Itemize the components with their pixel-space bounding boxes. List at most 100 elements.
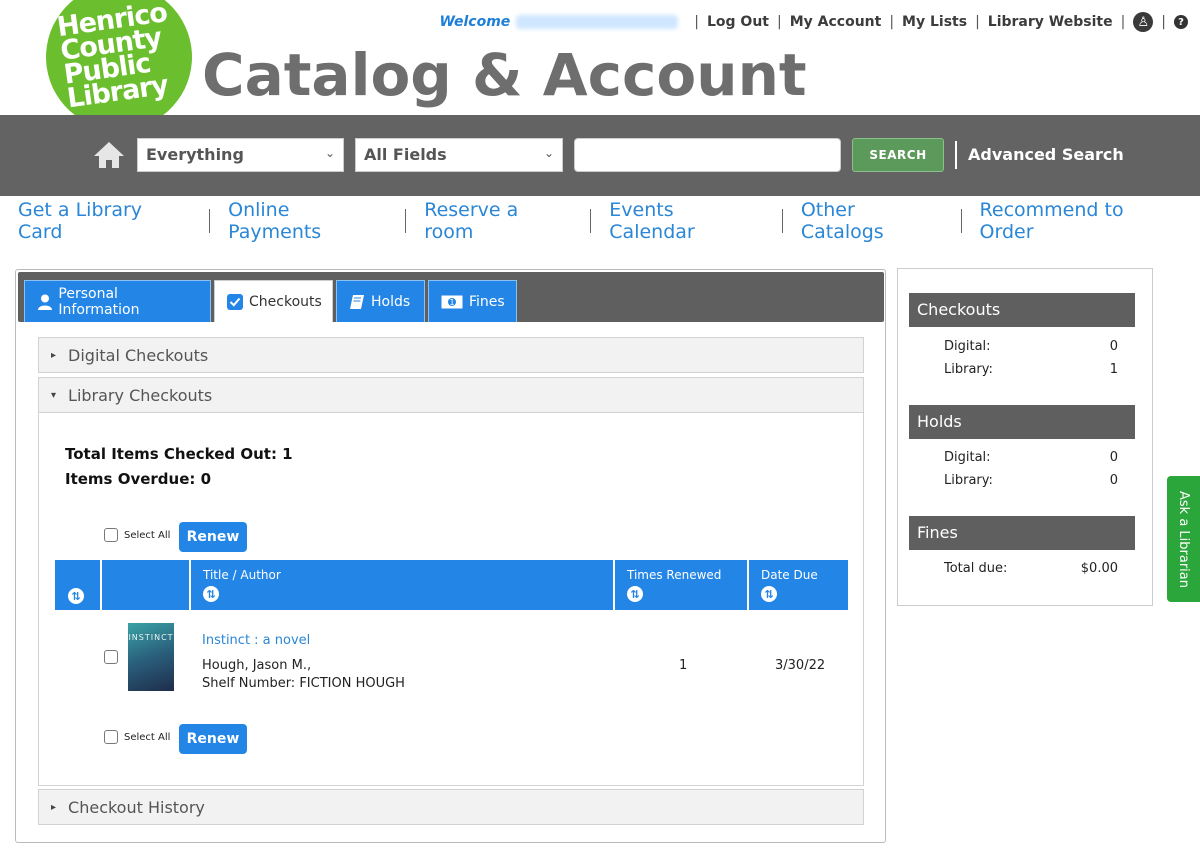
fines-total-row: Total due: $0.00: [944, 561, 1118, 576]
select-all-top[interactable]: Select All: [104, 528, 170, 542]
fines-summary-heading: Fines: [909, 516, 1135, 550]
column-title-author[interactable]: Title / Author ⇅: [191, 560, 615, 610]
my-lists-link[interactable]: My Lists: [902, 14, 967, 30]
search-button[interactable]: SEARCH: [852, 138, 944, 172]
renew-button[interactable]: Renew: [179, 522, 247, 552]
welcome-label: Welcome: [439, 14, 511, 30]
logout-link[interactable]: Log Out: [707, 14, 769, 30]
checkouts-digital-row: Digital: 0: [944, 339, 1118, 354]
select-all-checkbox[interactable]: [104, 528, 118, 542]
item-author: Hough, Jason M.,: [202, 658, 312, 673]
home-icon[interactable]: [92, 140, 126, 170]
chevron-down-icon: ⌄: [543, 146, 554, 160]
summary-label: Total due:: [944, 561, 1008, 576]
sort-icon[interactable]: ⇅: [761, 586, 777, 602]
checkouts-summary-heading: Checkouts: [909, 293, 1135, 327]
ask-a-librarian-tab[interactable]: Ask a Librarian: [1167, 476, 1200, 602]
scope-select-value: Everything: [146, 145, 244, 164]
tab-fines[interactable]: 1 Fines: [428, 280, 517, 322]
divider: |: [694, 14, 699, 30]
tab-bar: Personal Information Checkouts Holds 1 F…: [18, 272, 884, 322]
account-summary-sidebar: Checkouts Digital: 0 Library: 1 Holds Di…: [897, 268, 1153, 606]
library-checkouts-accordion[interactable]: ▾ Library Checkouts: [38, 377, 864, 413]
get-library-card-link[interactable]: Get a Library Card: [0, 199, 209, 243]
item-shelf-number: Shelf Number: FICTION HOUGH: [202, 676, 405, 691]
column-cover: [102, 560, 191, 610]
chevron-down-icon: ⌄: [324, 146, 335, 160]
tab-label: Holds: [371, 293, 411, 310]
tab-personal-information[interactable]: Personal Information: [24, 280, 211, 322]
item-times-renewed: 1: [679, 658, 688, 673]
summary-label: Library:: [944, 362, 993, 377]
events-calendar-link[interactable]: Events Calendar: [591, 199, 782, 243]
divider: |: [889, 14, 895, 30]
summary-value: 1: [1109, 362, 1118, 377]
book-icon: [349, 294, 365, 310]
sort-icon[interactable]: ⇅: [627, 586, 643, 602]
accessibility-icon[interactable]: ♙: [1133, 12, 1154, 32]
sort-icon[interactable]: ⇅: [203, 586, 219, 602]
tab-checkouts[interactable]: Checkouts: [214, 280, 333, 322]
digital-checkouts-accordion[interactable]: ▸ Digital Checkouts: [38, 337, 864, 373]
username-redacted: [516, 15, 679, 29]
row-checkbox[interactable]: [104, 650, 118, 664]
search-input[interactable]: [574, 138, 841, 172]
sort-icon[interactable]: ⇅: [68, 588, 84, 604]
select-all-bottom[interactable]: Select All: [104, 730, 170, 744]
summary-value: 0: [1109, 473, 1118, 488]
caret-right-icon: ▸: [51, 349, 57, 361]
column-date-due[interactable]: Date Due ⇅: [749, 560, 848, 610]
search-bar: Everything ⌄ All Fields ⌄ SEARCH Advance…: [0, 115, 1200, 196]
online-payments-link[interactable]: Online Payments: [210, 199, 405, 243]
reserve-room-link[interactable]: Reserve a room: [406, 199, 590, 243]
accordion-label: Library Checkouts: [68, 385, 213, 405]
money-icon: 1: [441, 294, 463, 310]
summary-value: 0: [1109, 339, 1118, 354]
column-select[interactable]: ⇅: [55, 560, 102, 610]
field-select[interactable]: All Fields ⌄: [355, 138, 563, 172]
other-catalogs-link[interactable]: Other Catalogs: [783, 199, 961, 243]
summary-value: 0: [1109, 450, 1118, 465]
column-header-label: Times Renewed: [627, 568, 722, 582]
divider: |: [975, 14, 980, 30]
quick-links: Get a Library Card Online Payments Reser…: [0, 199, 1200, 243]
select-all-checkbox[interactable]: [104, 730, 118, 744]
book-cover-image[interactable]: INSTINCT: [128, 623, 174, 691]
accordion-label: Digital Checkouts: [68, 345, 209, 365]
divider: [955, 141, 957, 169]
checkout-history-accordion[interactable]: ▸ Checkout History: [38, 789, 864, 825]
cover-title: INSTINCT: [128, 633, 174, 642]
library-website-link[interactable]: Library Website: [988, 14, 1113, 30]
recommend-to-order-link[interactable]: Recommend to Order: [962, 199, 1200, 243]
renew-button[interactable]: Renew: [179, 724, 247, 754]
holds-summary-heading: Holds: [909, 405, 1135, 439]
field-select-value: All Fields: [364, 145, 447, 164]
tab-holds[interactable]: Holds: [336, 280, 425, 322]
library-checkouts-content: Total Items Checked Out: 1 Items Overdue…: [38, 413, 864, 786]
column-header-label: Date Due: [761, 568, 818, 582]
holds-digital-row: Digital: 0: [944, 450, 1118, 465]
scope-select[interactable]: Everything ⌄: [137, 138, 344, 172]
my-account-link[interactable]: My Account: [790, 14, 882, 30]
summary-label: Digital:: [944, 450, 991, 465]
account-panel: Personal Information Checkouts Holds 1 F…: [15, 269, 886, 843]
checkouts-library-row: Library: 1: [944, 362, 1118, 377]
column-times-renewed[interactable]: Times Renewed ⇅: [615, 560, 749, 610]
summary-label: Digital:: [944, 339, 991, 354]
advanced-search-link[interactable]: Advanced Search: [968, 145, 1124, 164]
total-items-checked-out: Total Items Checked Out: 1: [65, 445, 293, 463]
tab-label: Fines: [469, 293, 505, 310]
divider: |: [1120, 14, 1126, 30]
item-title-link[interactable]: Instinct : a novel: [202, 633, 310, 648]
checkbox-icon: [227, 293, 243, 310]
column-header-label: Title / Author: [203, 568, 281, 582]
items-overdue: Items Overdue: 0: [65, 470, 212, 488]
help-icon[interactable]: ?: [1174, 15, 1188, 29]
caret-down-icon: ▾: [51, 389, 57, 401]
holds-library-row: Library: 0: [944, 473, 1118, 488]
accordion-label: Checkout History: [68, 797, 205, 817]
ask-a-librarian-label: Ask a Librarian: [1176, 490, 1192, 588]
tab-label: Personal Information: [58, 285, 140, 318]
tab-label: Checkouts: [249, 293, 322, 310]
top-navigation: Welcome | Log Out | My Account | My List…: [439, 12, 1188, 32]
